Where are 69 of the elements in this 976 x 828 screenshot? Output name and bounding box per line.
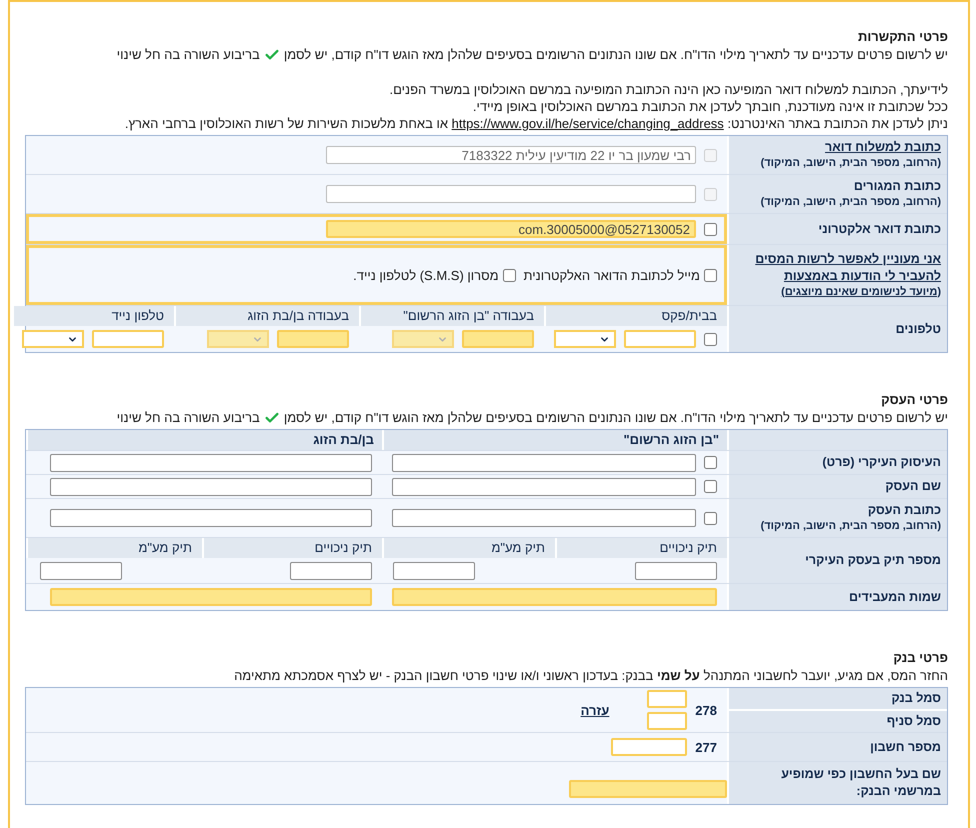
field-label: טלפונים [894,320,941,338]
checkbox[interactable] [502,268,516,282]
field-label: כתובת דואר אלקטרוני [817,220,941,238]
help-link[interactable]: עזרה [580,702,610,718]
column-heading: בבית/פקס [544,306,727,326]
code-text: 278 [695,702,717,718]
section-title: פרטי התקשרות [856,28,948,46]
file-number-field[interactable] [40,562,122,580]
code-field[interactable] [647,690,688,708]
column-heading: תיק ניכויים [202,538,382,558]
employer-field[interactable] [50,588,372,606]
checkbox[interactable] [704,480,717,493]
column-heading: תיק מע"מ [26,538,202,558]
checkbox[interactable] [704,456,717,469]
column-heading: תיק ניכויים [555,538,727,558]
account-field[interactable] [611,738,688,756]
column-heading: בעבודה "בן הזוג הרשום" [359,306,544,326]
instruction-text: יש לרשום פרטים עדכניים עד לתאריך מילוי הדו"ח. אם שונו הנתונים הרשומים בסעיפים שלהלן מאז הוגש דו"ח קודם, יש לסמן [284,409,948,426]
field-hint: (הרחוב, מספר הבית, הישוב, המיקוד) [760,195,941,210]
section-title: פרטי בנק [892,649,948,667]
field-hint: (הרחוב, מספר הבית, הישוב, המיקוד) [760,519,941,534]
field-label: שם העסק [884,478,941,495]
instruction-text: בריבוע השורה בה חל שינוי [116,46,260,63]
column-heading: בן/בת הזוג [26,430,382,450]
instruction-text: החזר המס, אם מגיע, יועבר לחשבוני המתנהל על שמי בבנק: בעדכון ראשוני ו/או שינוי פרטי חשבון הבנק - יש לצרף אסמכתא מתאימה [233,667,948,684]
info-text: לידיעתך, הכתובת למשלוח דואר המופיעה כאן הינה הכתובת המופיעה במרשם האוכלוסין במשרד הפנים. [388,81,948,98]
column-heading: תיק מע"מ [382,538,555,558]
field-label: אני מעוניין לאפשר לרשות המסים להעביר לי הודעות באמצעות [754,250,941,284]
code-field[interactable] [647,712,688,730]
checkbox[interactable] [704,222,717,236]
field-label: העיסוק העיקרי (פרט) [821,454,941,471]
text-field[interactable] [392,509,696,527]
text-field[interactable] [50,509,372,527]
column-heading: טלפון נייד [12,306,174,326]
text-field[interactable] [50,478,372,496]
phone-field[interactable] [92,330,164,348]
field-label: מספר תיק בעסק העיקרי [804,552,941,569]
text-field[interactable] [392,478,696,496]
checkbox[interactable] [704,332,717,346]
checkbox[interactable] [704,268,717,282]
employer-field[interactable] [392,588,717,606]
field-label: מספר חשבון [869,738,941,756]
section-title: פרטי העסק [880,391,948,409]
checkbox[interactable] [704,512,717,524]
file-number-field[interactable] [393,562,475,580]
instruction-text: יש לרשום פרטים עדכניים עד לתאריך מילוי הדו"ח. אם שונו הנתונים הרשומים בסעיפים שלהלן מאז הוגש דו"ח קודם, יש לסמן [284,46,948,63]
account-owner-field[interactable] [569,780,727,798]
instruction-text: בריבוע השורה בה חל שינוי [116,409,260,426]
field-label: סמל בנק [729,688,947,711]
field-label: כתובת העסק [866,502,941,519]
phone-field[interactable] [624,330,696,348]
option-label: מייל לכתובת הדואר האלקטרונית [524,268,700,282]
info-text: ככל שכתובת זו אינה מעודכנת, חובתך לעדכן את הכתובת במרשם האוכלוסין באופן מיידי. [472,98,948,115]
text-field[interactable] [392,454,696,472]
field-label: שם בעל החשבון כפי שמופיע במרשמי הבנק: [780,766,941,800]
option-label: מסרון (S.M.S) לטלפון נייד. [353,268,499,282]
address-link[interactable]: https://www.gov.il/he/service/changing_address [452,116,724,131]
file-number-field[interactable] [635,562,717,580]
field-label: כתובת המגורים [852,178,941,195]
field-hint: (מיועד לנישומים שאינם מיוצגים) [780,284,941,300]
field-label: שמות המעבידים [848,588,941,606]
file-number-field[interactable] [290,562,372,580]
text-field[interactable] [50,454,372,472]
field-label: סמל סניף [886,713,942,730]
code-text: 277 [695,740,717,754]
column-heading: בעבודה בן/בת הזוג [174,306,359,326]
field-hint: (הרחוב, מספר הבית, הישוב, המיקוד) [760,156,941,171]
column-heading: "בן הזוג הרשום" [382,430,727,450]
email-field[interactable]: com.30005000@0527130052 [326,220,696,238]
